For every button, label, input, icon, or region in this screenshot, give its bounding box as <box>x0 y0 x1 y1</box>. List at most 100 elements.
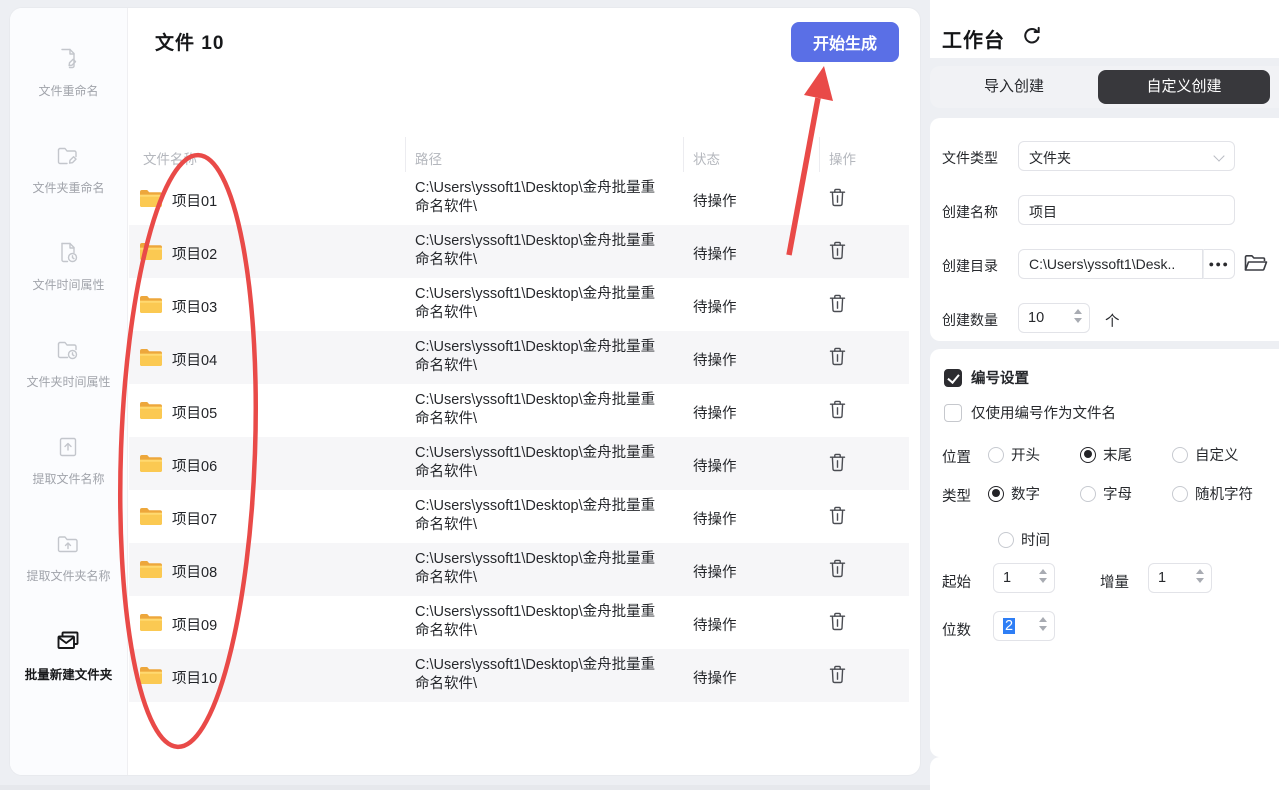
file-path: C:\Users\yssoft1\Desktop\金舟批量重命名软件\ <box>415 445 656 480</box>
file-count: 10 <box>201 33 225 54</box>
file-name: 项目03 <box>172 300 218 316</box>
create-settings-card: 文件类型 文件夹 创建名称 项目 创建目录 C:\Users\yssoft1\D… <box>930 118 1279 341</box>
radio-icon <box>1080 446 1096 463</box>
radio-type-number[interactable]: 数字 <box>988 483 1080 504</box>
page-title: 文件 10 <box>155 28 224 55</box>
delete-button[interactable] <box>826 506 848 528</box>
sidebar-item-folder-time[interactable]: 文件夹时间属性 <box>26 337 111 390</box>
create-name-value: 项目 <box>1029 204 1057 220</box>
file-time-icon <box>55 240 81 271</box>
radio-type-letter[interactable]: 字母 <box>1080 483 1172 504</box>
folder-icon <box>140 561 162 578</box>
create-name-input[interactable]: 项目 <box>1018 195 1235 225</box>
delete-button[interactable] <box>826 665 848 687</box>
only-number-checkbox[interactable]: 仅使用编号作为文件名 <box>944 402 1116 423</box>
sidebar-item-batch-new-folder[interactable]: 批量新建文件夹 <box>24 628 113 683</box>
folder-open-icon[interactable] <box>1243 251 1269 277</box>
table-row: 项目02 C:\Users\yssoft1\Desktop\金舟批量重命名软件\… <box>129 225 909 278</box>
extract-folder-name-icon <box>55 531 81 562</box>
delete-button[interactable] <box>826 294 848 316</box>
trash-icon <box>829 506 845 525</box>
workbench-header: 工作台 <box>930 0 1279 58</box>
sidebar-item-label: 文件夹时间属性 <box>26 375 111 389</box>
trash-icon <box>829 559 845 578</box>
create-dir-label: 创建目录 <box>942 258 998 274</box>
create-name-label: 创建名称 <box>942 204 998 220</box>
file-path: C:\Users\yssoft1\Desktop\金舟批量重命名软件\ <box>415 498 656 533</box>
create-dir-input[interactable]: C:\Users\yssoft1\Desk.. <box>1018 249 1203 279</box>
batch-new-folder-icon <box>54 628 82 659</box>
file-path: C:\Users\yssoft1\Desktop\金舟批量重命名软件\ <box>415 604 656 639</box>
start-stepper[interactable]: 1 <box>993 563 1055 593</box>
create-count-stepper[interactable]: 10 <box>1018 303 1090 333</box>
sidebar-item-file-time[interactable]: 文件时间属性 <box>32 240 105 293</box>
numbering-enable-checkbox[interactable]: 编号设置 <box>944 367 1029 388</box>
radio-position-custom[interactable]: 自定义 <box>1172 444 1239 465</box>
folder-icon <box>140 667 162 684</box>
only-number-label: 仅使用编号作为文件名 <box>971 406 1116 422</box>
column-header-action: 操作 <box>829 152 856 167</box>
table-row: 项目04 C:\Users\yssoft1\Desktop\金舟批量重命名软件\… <box>129 331 909 384</box>
stepper-arrows-icon[interactable] <box>1039 569 1047 583</box>
delete-button[interactable] <box>826 612 848 634</box>
position-label: 位置 <box>942 450 971 466</box>
sidebar-item-folder-rename[interactable]: 文件夹重命名 <box>32 143 105 196</box>
file-name: 项目07 <box>172 512 218 528</box>
increment-stepper[interactable]: 1 <box>1148 563 1212 593</box>
folder-icon <box>140 455 162 472</box>
file-type-select[interactable]: 文件夹 <box>1018 141 1235 171</box>
digits-value-selected: 2 <box>1003 618 1016 634</box>
trash-icon <box>829 188 845 207</box>
table-header: 文件名称 路径 状态 操作 <box>129 135 909 175</box>
chevron-down-icon <box>1213 150 1225 162</box>
radio-position-start[interactable]: 开头 <box>988 444 1080 465</box>
radio-type-time[interactable]: 时间 <box>998 529 1050 550</box>
sidebar-item-file-rename[interactable]: 文件重命名 <box>38 46 99 99</box>
file-name: 项目06 <box>172 459 218 475</box>
create-dir-value: C:\Users\yssoft1\Desk.. <box>1029 256 1176 272</box>
digits-stepper[interactable]: 2 <box>993 611 1055 641</box>
taskbar-edge <box>0 785 930 790</box>
delete-button[interactable] <box>826 400 848 422</box>
file-name: 项目04 <box>172 353 218 369</box>
delete-button[interactable] <box>826 188 848 210</box>
tab-import-create[interactable]: 导入创建 <box>930 66 1098 108</box>
folder-icon <box>140 190 162 207</box>
stepper-arrows-icon[interactable] <box>1074 309 1082 323</box>
delete-button[interactable] <box>826 559 848 581</box>
radio-position-end[interactable]: 末尾 <box>1080 444 1172 465</box>
trash-icon <box>829 612 845 631</box>
file-name: 项目05 <box>172 406 218 422</box>
sidebar-item-label: 批量新建文件夹 <box>24 668 113 682</box>
sidebar: 文件重命名 文件夹重命名 文件时间属性 文件夹时间属性 提取文件名称 提取文件夹… <box>10 8 128 775</box>
radio-type-random[interactable]: 随机字符 <box>1172 483 1253 504</box>
stepper-arrows-icon[interactable] <box>1196 569 1204 583</box>
status-text: 待操作 <box>693 565 737 581</box>
folder-icon <box>140 402 162 419</box>
status-text: 待操作 <box>693 618 737 634</box>
tab-custom-create[interactable]: 自定义创建 <box>1098 70 1270 104</box>
delete-button[interactable] <box>826 347 848 369</box>
file-name: 项目08 <box>172 565 218 581</box>
delete-button[interactable] <box>826 241 848 263</box>
refresh-icon[interactable] <box>1020 25 1044 49</box>
page-title-text: 文件 <box>155 33 196 54</box>
delete-button[interactable] <box>826 453 848 475</box>
file-name: 项目02 <box>172 247 218 263</box>
status-text: 待操作 <box>693 300 737 316</box>
sidebar-item-extract-file-name[interactable]: 提取文件名称 <box>32 434 105 487</box>
sidebar-item-extract-folder-name[interactable]: 提取文件夹名称 <box>26 531 111 584</box>
table-body: 项目01 C:\Users\yssoft1\Desktop\金舟批量重命名软件\… <box>129 172 909 702</box>
radio-icon <box>988 485 1004 502</box>
file-rename-icon <box>55 46 81 77</box>
sidebar-item-label: 文件重命名 <box>38 84 99 98</box>
numbering-settings-card: 编号设置 仅使用编号作为文件名 位置 开头 末尾 自定义 类型 数字 字母 随机… <box>930 349 1279 757</box>
status-text: 待操作 <box>693 406 737 422</box>
start-generate-button[interactable]: 开始生成 <box>791 22 899 62</box>
table-row: 项目05 C:\Users\yssoft1\Desktop\金舟批量重命名软件\… <box>129 384 909 437</box>
status-text: 待操作 <box>693 194 737 210</box>
stepper-arrows-icon[interactable] <box>1039 617 1047 631</box>
column-divider <box>819 137 820 175</box>
browse-more-button[interactable]: ●●● <box>1203 249 1235 279</box>
table-row: 项目01 C:\Users\yssoft1\Desktop\金舟批量重命名软件\… <box>129 172 909 225</box>
